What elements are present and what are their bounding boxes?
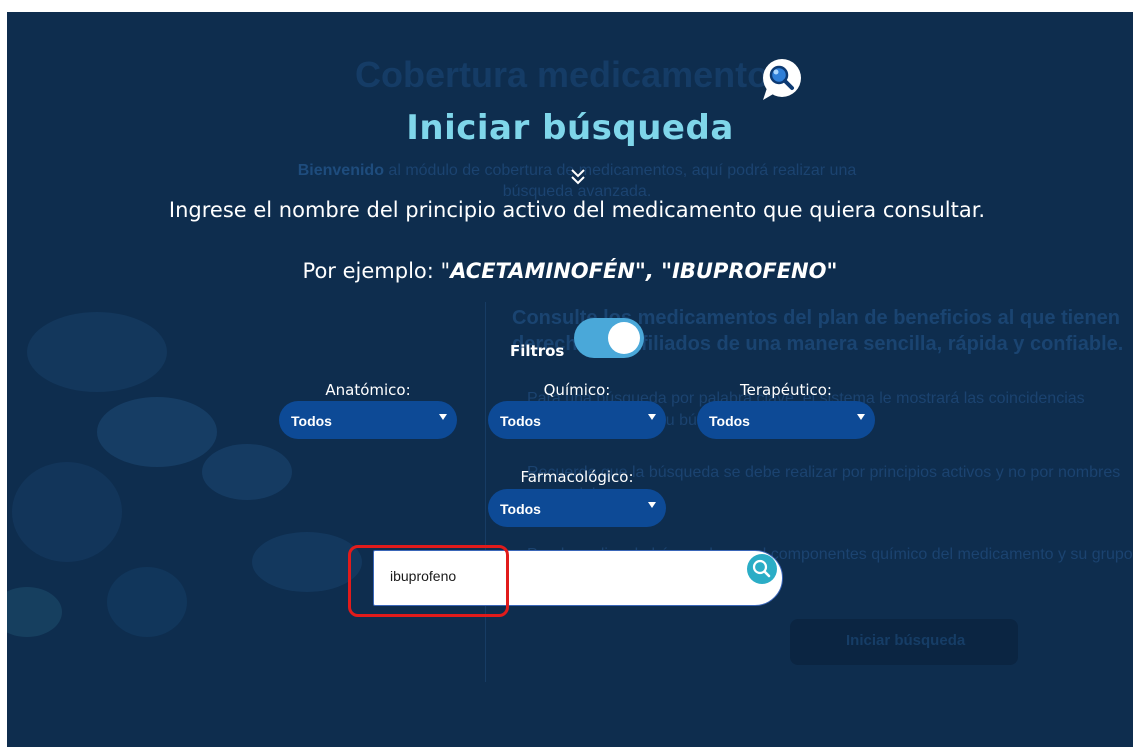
instruction-text: Ingrese el nombre del principio activo d… xyxy=(168,198,986,222)
modal-title: Iniciar búsqueda xyxy=(406,108,734,148)
dropdown-arrow-icon xyxy=(439,414,447,420)
background-search-button-label: Iniciar búsqueda xyxy=(846,632,966,649)
background-page-title: Cobertura medicamentos xyxy=(355,54,790,95)
terapeutico-label: Terapéutico: xyxy=(740,381,832,399)
filters-toggle[interactable] xyxy=(574,318,644,358)
anatomico-label: Anatómico: xyxy=(325,381,411,399)
example-items: ACETAMINOFÉN", "IBUPROFENO xyxy=(450,259,827,283)
farmacologico-label: Farmacológico: xyxy=(520,468,634,486)
background-intro-bold: Bienvenido xyxy=(297,162,384,179)
anatomico-select-value: Todos xyxy=(291,413,332,429)
example-prefix: Por ejemplo: " xyxy=(302,259,451,283)
chevron-double-down-icon xyxy=(568,165,588,189)
search-bubble-icon xyxy=(757,58,807,102)
terapeutico-select-value: Todos xyxy=(709,413,750,429)
filters-label: Filtros xyxy=(510,342,565,360)
dropdown-arrow-icon xyxy=(648,502,656,508)
anatomico-select[interactable]: Todos xyxy=(279,401,457,439)
dropdown-arrow-icon xyxy=(857,414,865,420)
quimico-select[interactable]: Todos xyxy=(488,401,666,439)
search-icon xyxy=(752,559,771,578)
background-divider xyxy=(485,302,486,682)
background-search-button: Iniciar búsqueda xyxy=(790,619,1018,665)
example-suffix: " xyxy=(826,259,838,283)
example-text: Por ejemplo: "ACETAMINOFÉN", "IBUPROFENO… xyxy=(7,259,1133,283)
farmacologico-select-value: Todos xyxy=(500,501,541,517)
quimico-select-value: Todos xyxy=(500,413,541,429)
terapeutico-select[interactable]: Todos xyxy=(697,401,875,439)
search-button[interactable] xyxy=(747,554,777,584)
dropdown-arrow-icon xyxy=(648,414,656,420)
modal-overlay: Cobertura medicamentos Bienvenido al mód… xyxy=(7,12,1133,747)
toggle-knob xyxy=(608,322,640,354)
background-intro-text: al módulo de cobertura de medicamentos, … xyxy=(383,162,857,200)
quimico-label: Químico: xyxy=(543,381,611,399)
highlight-annotation xyxy=(348,545,509,617)
farmacologico-select[interactable]: Todos xyxy=(488,489,666,527)
